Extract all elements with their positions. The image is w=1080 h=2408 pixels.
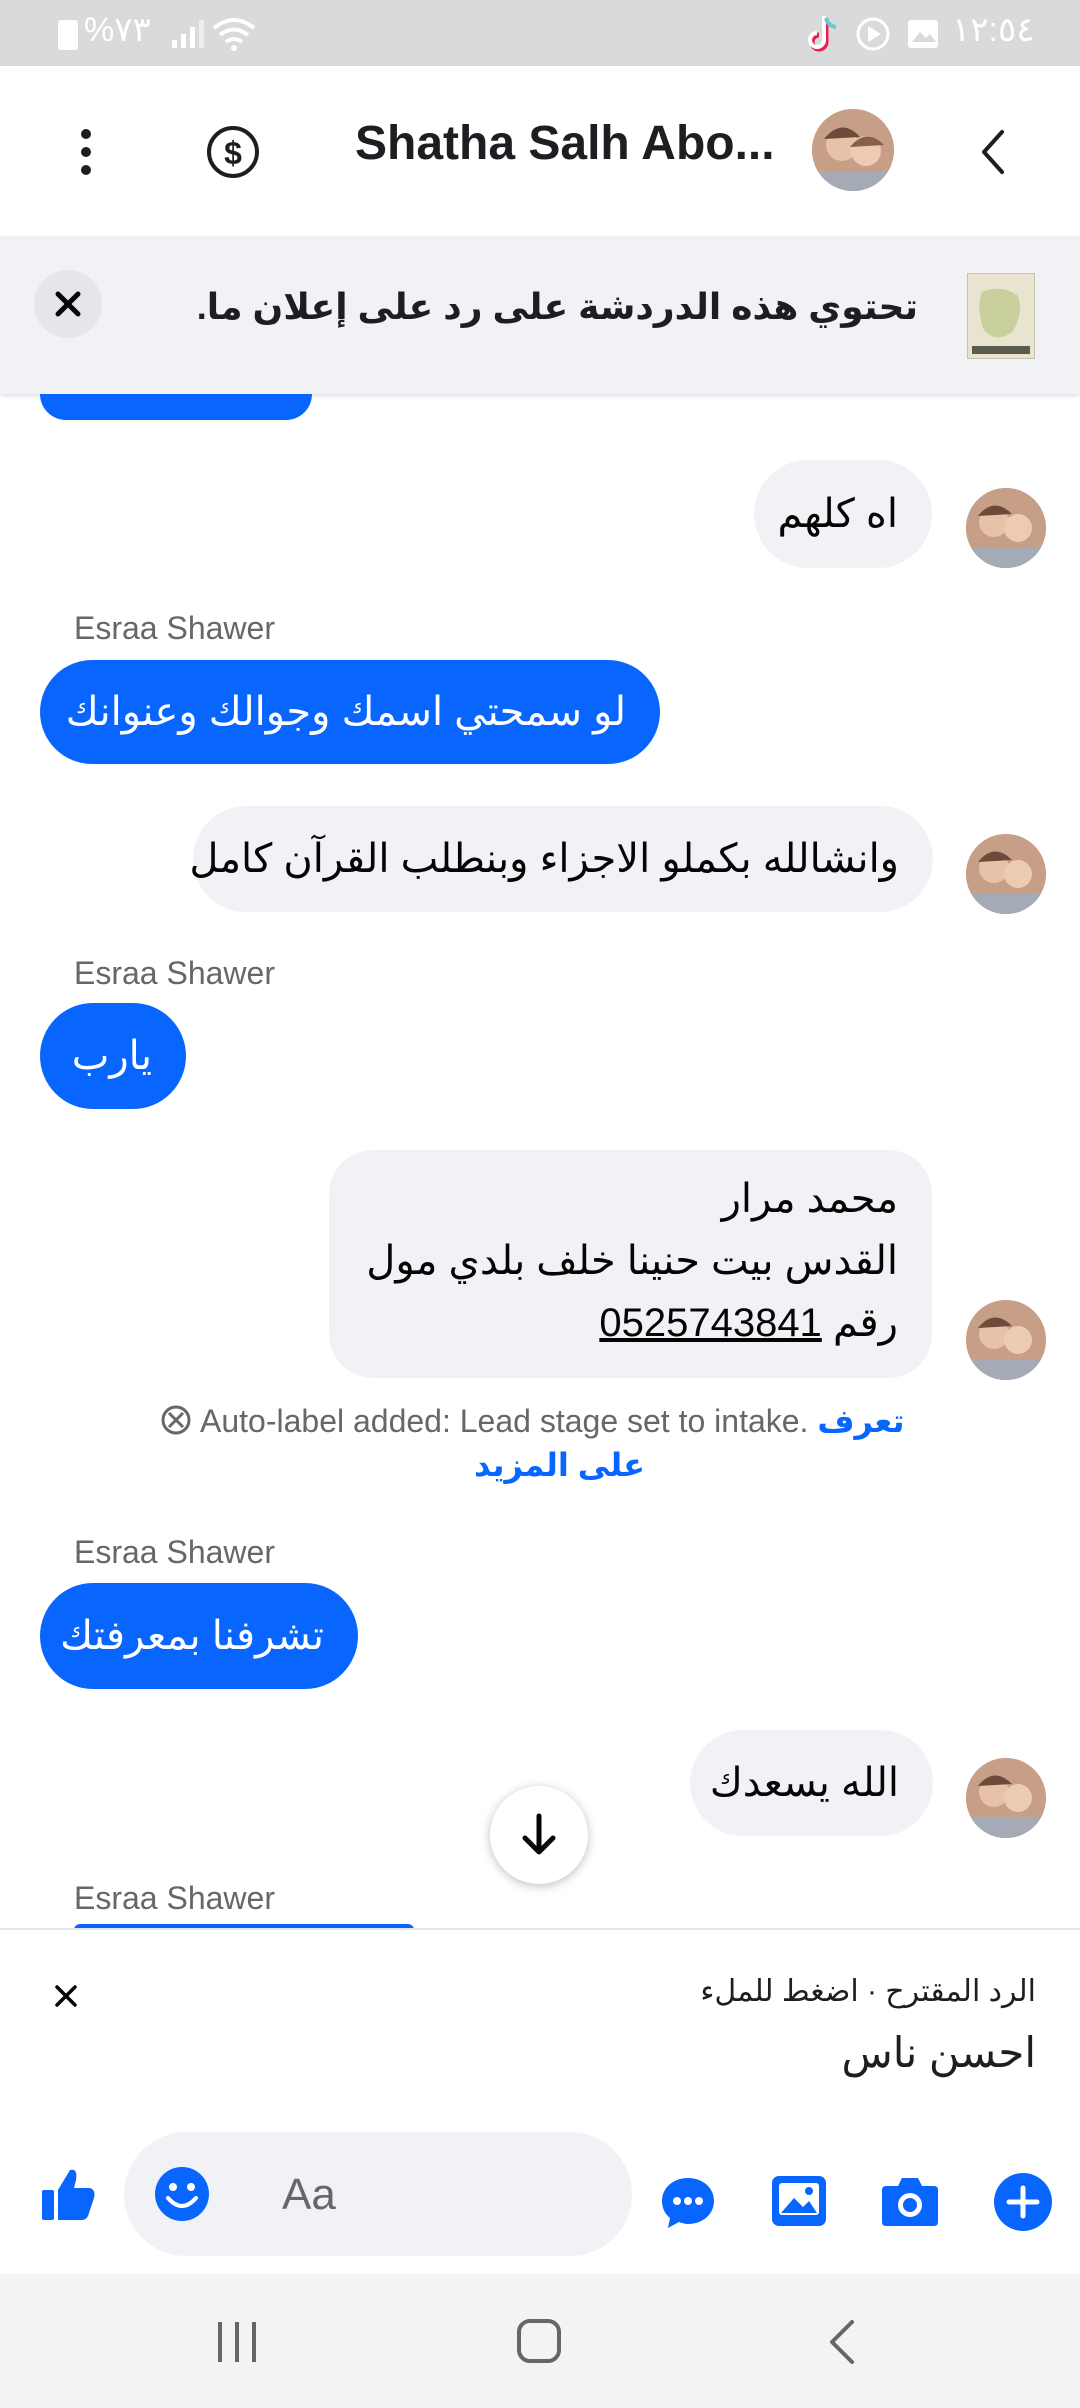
outgoing-message[interactable]: لو سمحتي اسمك وجوالك وعنوانك — [40, 660, 660, 764]
scroll-to-bottom-button[interactable] — [490, 1786, 588, 1884]
outgoing-message[interactable]: تشرفنا بمعرفتك — [40, 1583, 358, 1689]
signal-icon — [172, 20, 204, 48]
message-line: محمد مرار — [721, 1177, 898, 1221]
more-options-icon[interactable] — [70, 126, 102, 178]
status-bar: %٧٣ ١٢:٥٤ — [0, 0, 1080, 66]
incoming-message[interactable]: وانشالله بكملو الاجزاء وبنطلب القرآن كام… — [189, 806, 933, 912]
home-icon[interactable] — [516, 2318, 562, 2364]
add-plus-icon[interactable] — [993, 2172, 1053, 2232]
back-chevron-icon[interactable] — [976, 126, 1010, 178]
learn-more-link[interactable]: تعرف — [817, 1403, 904, 1439]
close-banner-button[interactable] — [34, 270, 102, 338]
sender-name: Esraa Shawer — [74, 955, 275, 991]
chat-bubble-icon[interactable] — [660, 2176, 716, 2230]
battery-level: %٧٣ — [84, 11, 151, 49]
message-input-placeholder: Aa — [282, 2170, 336, 2219]
sender-avatar[interactable] — [966, 488, 1046, 568]
sender-name: Esraa Shawer — [74, 1534, 275, 1570]
svg-text:$: $ — [224, 135, 242, 171]
dismiss-suggestion-icon[interactable] — [54, 1984, 78, 2008]
phone-number-link[interactable]: 0525743841 — [599, 1301, 821, 1345]
suggested-reply-text[interactable]: احسن ناس — [842, 2028, 1037, 2077]
payment-dollar-icon[interactable]: $ — [205, 124, 261, 180]
contact-avatar[interactable] — [812, 109, 894, 191]
gallery-notification-icon — [908, 20, 938, 48]
play-circle-icon — [856, 17, 890, 51]
clock: ١٢:٥٤ — [952, 11, 1035, 49]
incoming-message[interactable]: اه كلهم — [754, 460, 932, 568]
message-composer: Aa — [0, 2128, 1080, 2274]
auto-label-icon — [161, 1405, 191, 1435]
tiktok-icon — [808, 16, 837, 52]
system-navigation-bar — [0, 2274, 1080, 2408]
gallery-icon[interactable] — [770, 2174, 828, 2228]
message-input-field[interactable]: Aa — [124, 2132, 632, 2256]
wifi-icon — [212, 18, 256, 51]
emoji-icon[interactable] — [154, 2166, 210, 2222]
battery-icon — [58, 20, 78, 50]
close-icon — [55, 291, 81, 317]
sender-avatar[interactable] — [966, 834, 1046, 914]
camera-icon[interactable] — [880, 2176, 940, 2228]
auto-label-notice: Auto-label added: Lead stage set to inta… — [160, 1402, 904, 1440]
outgoing-message[interactable]: يارب — [40, 1003, 186, 1109]
incoming-message-address[interactable]: محمد مرار القدس بيت حنينا خلف بلدي مول ر… — [329, 1150, 932, 1378]
suggested-reply-label: الرد المقترح · اضغط للملء — [700, 1975, 1036, 2008]
sender-name: Esraa Shawer — [74, 610, 275, 646]
message-phone-line: رقم 0525743841 — [363, 1292, 898, 1354]
auto-label-text: Auto-label added: Lead stage set to inta… — [200, 1403, 809, 1439]
message-line: رقم — [832, 1301, 898, 1345]
partial-outgoing-bubble — [40, 394, 312, 420]
sender-avatar[interactable] — [966, 1758, 1046, 1838]
back-icon[interactable] — [826, 2318, 858, 2366]
conversation-title[interactable]: Shatha Salh Abo... — [355, 116, 795, 171]
message-line: القدس بيت حنينا خلف بلدي مول — [366, 1239, 898, 1283]
ad-banner-text: تحتوي هذه الدردشة على رد على إعلان ما. — [196, 286, 918, 327]
suggested-reply-panel[interactable]: الرد المقترح · اضغط للملء احسن ناس — [0, 1928, 1080, 2130]
like-thumbs-up-icon[interactable] — [38, 2164, 98, 2224]
sender-avatar[interactable] — [966, 1300, 1046, 1380]
sender-name: Esraa Shawer — [74, 1880, 275, 1916]
ad-reply-banner: تحتوي هذه الدردشة على رد على إعلان ما. — [0, 236, 1080, 394]
incoming-message[interactable]: الله يسعدك — [690, 1730, 933, 1836]
ad-thumbnail[interactable] — [967, 273, 1035, 359]
conversation-header: $ Shatha Salh Abo... — [0, 66, 1080, 236]
learn-more-link-continued[interactable]: على المزيد — [474, 1446, 645, 1484]
recent-apps-icon[interactable] — [214, 2320, 260, 2364]
arrow-down-icon — [522, 1813, 556, 1855]
